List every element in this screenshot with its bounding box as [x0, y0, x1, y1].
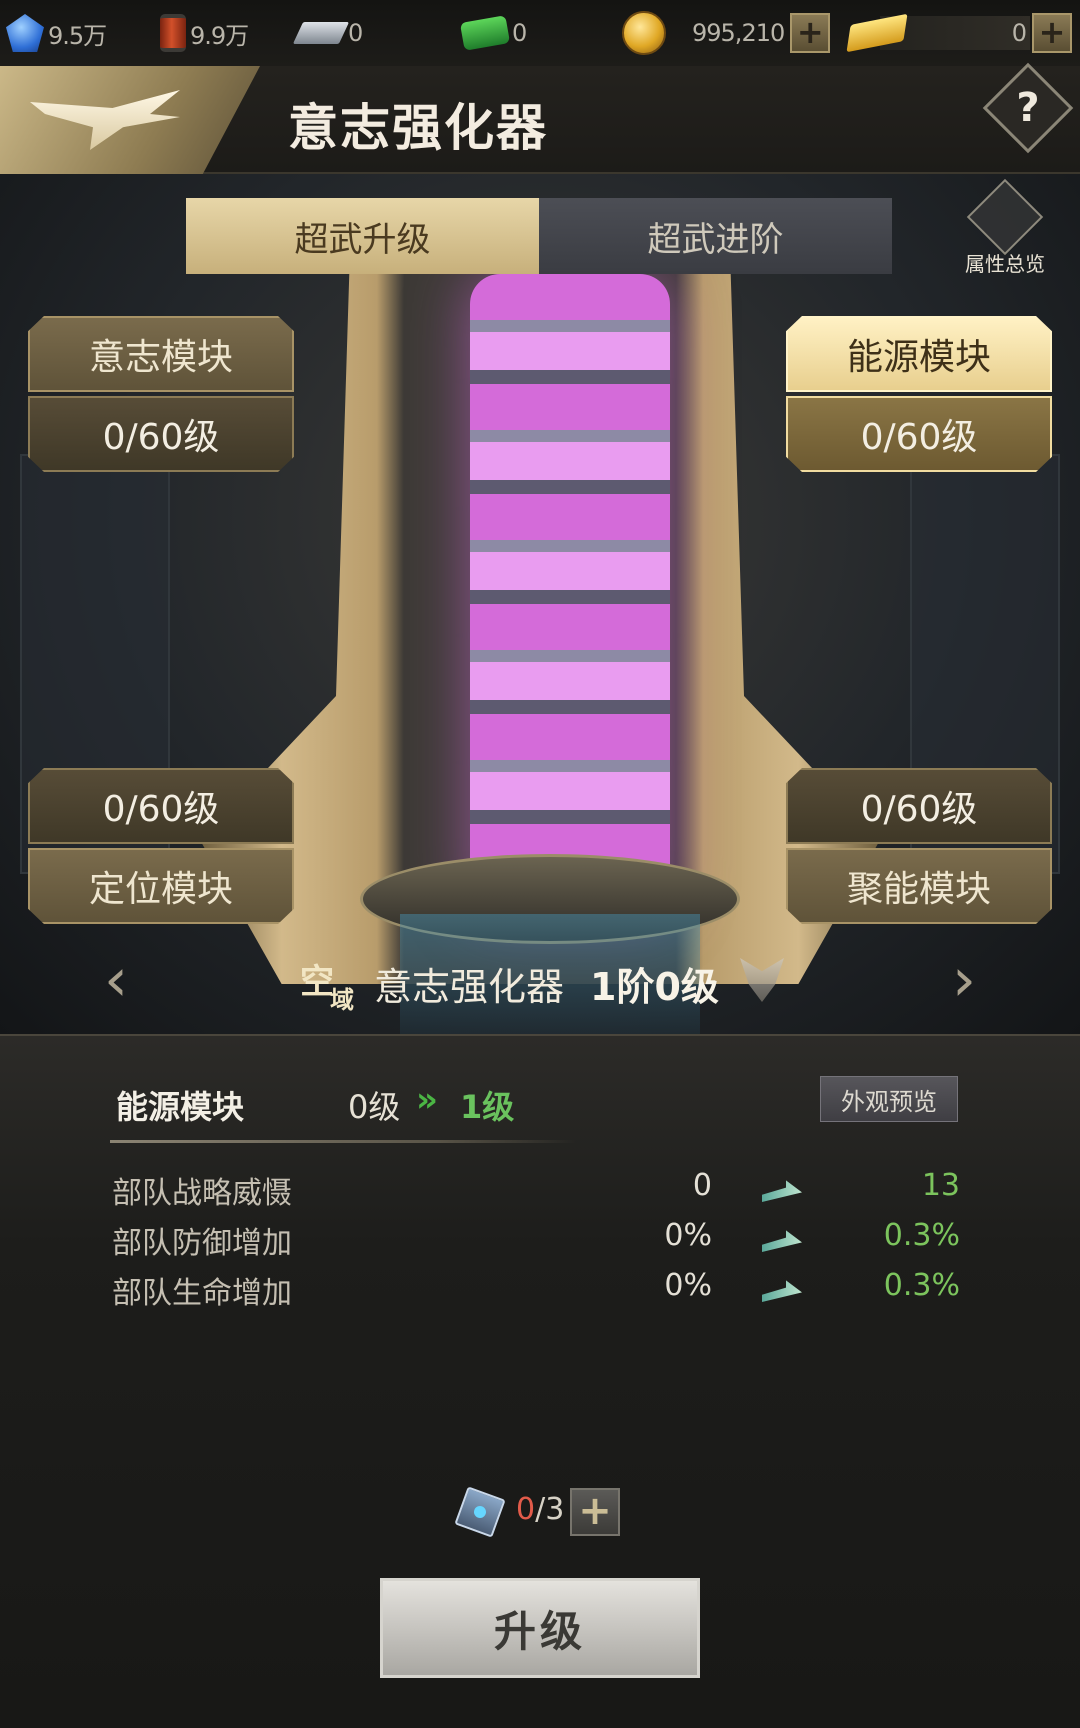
- module-name: 意志模块: [28, 316, 294, 392]
- gem-value: 9.5万: [48, 21, 107, 50]
- module-level: 0/60级: [28, 768, 294, 844]
- gold-bar-icon: [846, 13, 908, 53]
- module-level: 0/60级: [786, 768, 1052, 844]
- energy-core: [470, 274, 670, 914]
- coin-value: 995,210: [692, 19, 785, 47]
- next-weapon-button[interactable]: ›: [944, 950, 984, 1010]
- appearance-preview-button[interactable]: 外观预览: [820, 1076, 958, 1122]
- oil-barrel-icon: [160, 14, 186, 52]
- module-name: 能源模块: [786, 316, 1052, 392]
- stat-row: 部队生命增加 0% 0.3%: [0, 1268, 1080, 1314]
- upgrade-button[interactable]: 升级: [380, 1578, 700, 1678]
- coin-resource[interactable]: 995,210 +: [622, 0, 831, 66]
- eagle-icon: [30, 90, 180, 150]
- stat-name: 部队战略威慑: [112, 1176, 292, 1211]
- stat-current: 0%: [664, 1218, 712, 1253]
- level-from: 0级: [348, 1088, 401, 1126]
- domain-badge: 空 域: [300, 954, 366, 1014]
- selected-module-name: 能源模块: [116, 1088, 245, 1126]
- gold-value: 0: [1011, 19, 1027, 47]
- module-name: 定位模块: [28, 848, 294, 924]
- cash-icon: [459, 15, 511, 51]
- stat-current: 0%: [664, 1268, 712, 1303]
- cash-value: 0: [512, 19, 527, 47]
- oil-value: 9.9万: [190, 21, 249, 50]
- steel-resource[interactable]: 0: [292, 0, 363, 66]
- stat-next: 0.3%: [883, 1268, 960, 1303]
- divider: [110, 1140, 576, 1143]
- chip-icon[interactable]: [454, 1486, 506, 1538]
- weapon-name-row: ‹ 空 域 意志强化器 1阶0级 ›: [0, 930, 1080, 1030]
- module-positioning[interactable]: 0/60级 定位模块: [28, 768, 294, 934]
- material-have: 0: [516, 1492, 536, 1527]
- title-bar: 意志强化器 ?: [0, 62, 1080, 174]
- gem-icon: [6, 14, 44, 52]
- rank-wings-icon: [740, 958, 784, 1002]
- module-name: 聚能模块: [786, 848, 1052, 924]
- attribute-overview-button[interactable]: 属性总览: [950, 178, 1060, 277]
- prev-weapon-button[interactable]: ‹: [96, 950, 136, 1010]
- steel-icon: [292, 22, 350, 44]
- tab-upgrade[interactable]: 超武升级: [186, 198, 539, 274]
- increase-arrow-icon: [762, 1280, 802, 1302]
- module-level: 0/60级: [786, 396, 1052, 472]
- gold-resource[interactable]: 0 +: [846, 0, 1072, 66]
- cash-resource[interactable]: 0: [459, 0, 527, 66]
- domain-char-2: 域: [330, 986, 354, 1014]
- tab-bar: 超武升级 超武进阶: [186, 198, 892, 274]
- tab-advance[interactable]: 超武进阶: [539, 198, 892, 274]
- stat-row: 部队战略威慑 0 13: [0, 1168, 1080, 1214]
- stat-current: 0: [692, 1168, 712, 1203]
- question-icon: ?: [1016, 85, 1040, 131]
- weapon-name: 意志强化器: [374, 965, 565, 1009]
- stat-next: 13: [921, 1168, 960, 1203]
- module-level: 0/60级: [28, 396, 294, 472]
- help-button[interactable]: ?: [982, 62, 1074, 154]
- module-will[interactable]: 意志模块 0/60级: [28, 316, 294, 482]
- stat-row: 部队防御增加 0% 0.3%: [0, 1218, 1080, 1264]
- steel-value: 0: [348, 19, 363, 47]
- detail-panel: 能源模块 0级 » 1级 外观预览 部队战略威慑 0 13 部队防御增加 0% …: [0, 1034, 1080, 1728]
- double-chevron-icon: »: [416, 1080, 438, 1120]
- gem-resource[interactable]: 9.5万: [6, 0, 107, 66]
- module-focus[interactable]: 0/60级 聚能模块: [786, 768, 1052, 934]
- magnifier-icon: [966, 178, 1044, 256]
- module-energy[interactable]: 能源模块 0/60级: [786, 316, 1052, 482]
- page-title: 意志强化器: [288, 99, 548, 157]
- increase-arrow-icon: [762, 1230, 802, 1252]
- add-gold-button[interactable]: +: [1032, 13, 1072, 53]
- coin-icon: [622, 11, 666, 55]
- back-button[interactable]: [0, 66, 260, 174]
- level-to: 1级: [460, 1088, 515, 1126]
- increase-arrow-icon: [762, 1180, 802, 1202]
- add-material-button[interactable]: +: [570, 1488, 620, 1536]
- oil-resource[interactable]: 9.9万: [160, 0, 249, 66]
- material-need: /3: [535, 1492, 565, 1527]
- stat-next: 0.3%: [883, 1218, 960, 1253]
- stat-name: 部队防御增加: [112, 1226, 292, 1261]
- stat-name: 部队生命增加: [112, 1276, 292, 1311]
- upgrade-material: 0/3 +: [454, 1486, 660, 1538]
- resource-bar: 9.5万 9.9万 0 0 995,210 + 0 +: [0, 0, 1080, 66]
- domain-char-1: 空: [300, 962, 334, 1002]
- add-coin-button[interactable]: +: [790, 13, 831, 53]
- weapon-stage: 1阶0级: [590, 965, 719, 1009]
- material-count: 0/3: [516, 1492, 564, 1527]
